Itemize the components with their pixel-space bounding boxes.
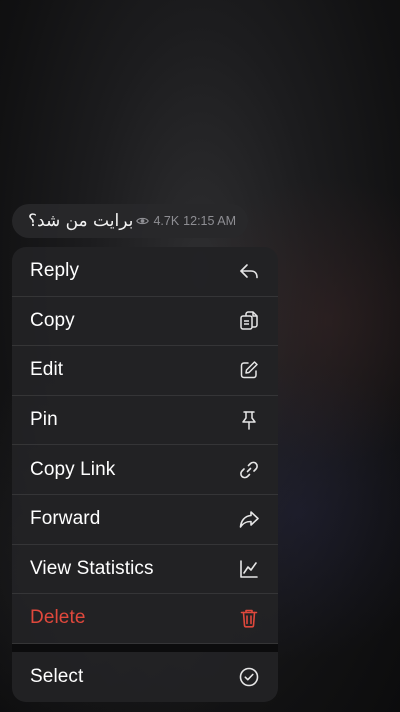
menu-item-forward[interactable]: Forward — [12, 495, 278, 545]
menu-item-label: Copy Link — [30, 458, 116, 480]
menu-item-label: Delete — [30, 607, 86, 629]
context-menu: Reply Copy Edit Pin Copy Link Forward Vi… — [12, 247, 278, 702]
reply-icon — [238, 260, 260, 282]
menu-item-label: Reply — [30, 260, 80, 282]
menu-item-select[interactable]: Select — [12, 652, 278, 702]
menu-item-delete[interactable]: Delete — [12, 594, 278, 644]
checkmark-circle-icon — [238, 666, 260, 688]
message-bubble[interactable]: برایت من شد؟ 4.7K 12:15 AM — [12, 204, 248, 238]
message-meta: 4.7K 12:15 AM — [136, 214, 236, 228]
trash-icon — [238, 607, 260, 629]
message-text: برایت من شد؟ — [28, 211, 134, 231]
menu-item-view-statistics[interactable]: View Statistics — [12, 545, 278, 595]
link-icon — [238, 459, 260, 481]
edit-icon — [238, 359, 260, 381]
statistics-icon — [238, 558, 260, 580]
eye-icon — [136, 216, 150, 226]
views-count: 4.7K — [153, 214, 180, 228]
menu-item-pin[interactable]: Pin — [12, 396, 278, 446]
menu-item-label: Edit — [30, 359, 64, 381]
menu-item-reply[interactable]: Reply — [12, 247, 278, 297]
menu-item-label: Copy — [30, 309, 75, 331]
menu-divider — [12, 643, 278, 652]
copy-icon — [238, 310, 260, 332]
menu-item-edit[interactable]: Edit — [12, 346, 278, 396]
menu-item-label: Pin — [30, 409, 58, 431]
menu-item-copy[interactable]: Copy — [12, 297, 278, 347]
menu-item-label: View Statistics — [30, 557, 154, 579]
menu-item-label: Forward — [30, 508, 101, 530]
pin-icon — [238, 409, 260, 431]
menu-item-label: Select — [30, 665, 84, 687]
forward-icon — [238, 508, 260, 530]
menu-item-copy-link[interactable]: Copy Link — [12, 445, 278, 495]
message-time: 12:15 AM — [183, 214, 236, 228]
